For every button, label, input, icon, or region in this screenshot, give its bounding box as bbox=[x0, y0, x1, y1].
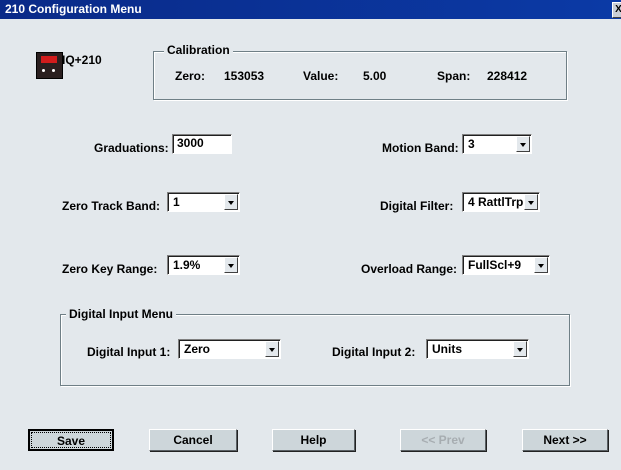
title-bar: 210 Configuration Menu X bbox=[0, 0, 621, 19]
digital-input-title: Digital Input Menu bbox=[66, 307, 176, 321]
cancel-button[interactable]: Cancel bbox=[149, 429, 237, 451]
prev-button: << Prev bbox=[400, 429, 486, 451]
zero-key-range-value: 1.9% bbox=[173, 258, 201, 272]
graduations-label: Graduations: bbox=[94, 141, 169, 155]
chevron-down-icon[interactable] bbox=[516, 136, 530, 152]
motion-band-value: 3 bbox=[468, 137, 475, 151]
value-value: 5.00 bbox=[363, 69, 387, 83]
overload-range-select[interactable]: FullScl+9 bbox=[462, 255, 550, 275]
motion-band-label: Motion Band: bbox=[382, 141, 459, 155]
digital-input-2-label: Digital Input 2: bbox=[332, 345, 416, 359]
digital-input-2-value: Units bbox=[432, 342, 462, 356]
motion-band-select[interactable]: 3 bbox=[462, 134, 532, 154]
next-button[interactable]: Next >> bbox=[522, 429, 608, 451]
device-label: IQ+210 bbox=[62, 53, 102, 67]
zero-key-range-select[interactable]: 1.9% bbox=[167, 255, 240, 275]
overload-range-label: Overload Range: bbox=[361, 262, 458, 276]
chevron-down-icon[interactable] bbox=[534, 257, 548, 273]
span-label: Span: bbox=[437, 69, 471, 83]
digital-filter-select[interactable]: 4 RattlTrp bbox=[462, 192, 540, 212]
zero-value: 153053 bbox=[224, 69, 265, 83]
digital-input-1-value: Zero bbox=[184, 342, 211, 356]
close-button[interactable]: X bbox=[612, 2, 621, 18]
scale-device-icon bbox=[36, 52, 63, 79]
digital-input-1-label: Digital Input 1: bbox=[87, 345, 171, 359]
chevron-down-icon[interactable] bbox=[524, 194, 538, 210]
help-button[interactable]: Help bbox=[272, 429, 355, 451]
window-title: 210 Configuration Menu bbox=[5, 2, 142, 16]
digital-filter-label: Digital Filter: bbox=[380, 199, 454, 213]
chevron-down-icon[interactable] bbox=[513, 341, 527, 357]
zero-track-band-label: Zero Track Band: bbox=[62, 199, 161, 213]
digital-input-2-select[interactable]: Units bbox=[426, 339, 529, 359]
chevron-down-icon[interactable] bbox=[224, 194, 238, 210]
overload-range-value: FullScl+9 bbox=[468, 258, 522, 272]
digital-filter-value: 4 RattlTrp bbox=[468, 195, 524, 209]
graduations-input[interactable]: 3000 bbox=[172, 134, 232, 154]
save-button[interactable]: Save bbox=[28, 429, 114, 451]
save-button-label: Save bbox=[31, 432, 111, 448]
calibration-title: Calibration bbox=[164, 43, 233, 57]
span-value: 228412 bbox=[487, 69, 528, 83]
zero-key-range-label: Zero Key Range: bbox=[62, 262, 158, 276]
configuration-window: 210 Configuration Menu X IQ+210 Calibrat… bbox=[0, 0, 621, 470]
value-label: Value: bbox=[303, 69, 339, 83]
zero-label: Zero: bbox=[175, 69, 205, 83]
chevron-down-icon[interactable] bbox=[224, 257, 238, 273]
digital-input-1-select[interactable]: Zero bbox=[178, 339, 281, 359]
chevron-down-icon[interactable] bbox=[265, 341, 279, 357]
zero-track-band-select[interactable]: 1 bbox=[167, 192, 240, 212]
zero-track-band-value: 1 bbox=[173, 195, 180, 209]
